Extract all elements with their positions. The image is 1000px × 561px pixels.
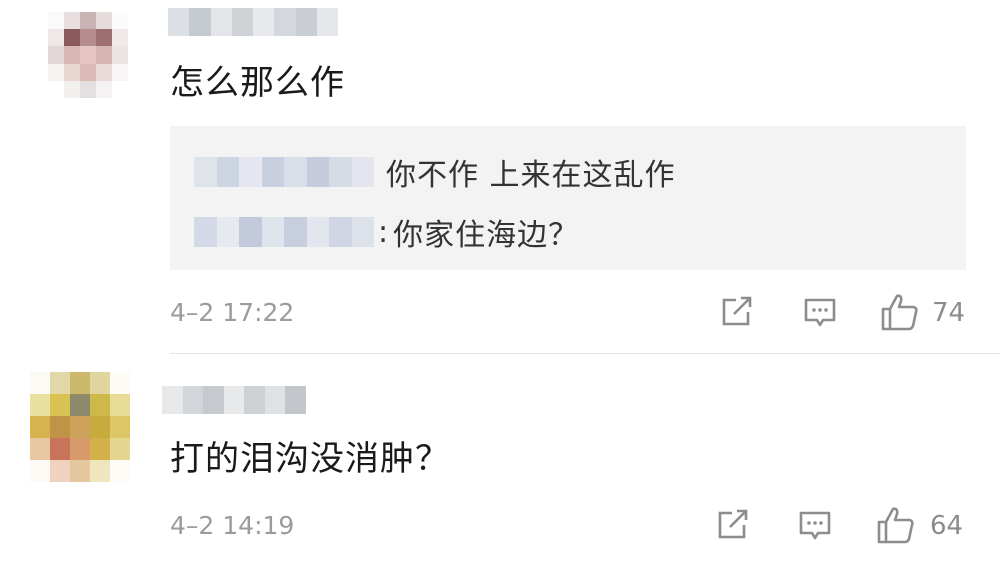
- reply-username[interactable]: [194, 217, 374, 247]
- reply-username[interactable]: [194, 157, 374, 187]
- reply-line: : 你家住海边？: [194, 210, 579, 254]
- reply-text: 你家住海边？: [393, 218, 580, 253]
- reply-button[interactable]: [803, 296, 837, 330]
- thumbs-up-icon: [881, 294, 918, 331]
- thumbs-up-icon: [877, 507, 914, 544]
- comment-icon: [804, 298, 836, 327]
- comment-icon: [799, 511, 831, 540]
- reply-line: 你不作 上来在这乱作: [194, 150, 676, 194]
- reply-button[interactable]: [798, 509, 832, 543]
- share-icon: [718, 509, 748, 539]
- comment-timestamp: 4–2 17:22: [170, 298, 295, 327]
- username[interactable]: [162, 386, 306, 414]
- avatar[interactable]: [30, 372, 130, 482]
- reply-text: 你不作 上来在这乱作: [386, 158, 676, 193]
- comment-text: 怎么那么作: [170, 63, 345, 103]
- username[interactable]: [168, 8, 338, 36]
- comment-timestamp: 4–2 14:19: [170, 511, 295, 540]
- share-icon: [722, 296, 752, 326]
- like-button[interactable]: 64: [876, 505, 970, 545]
- comment-text: 打的泪沟没消肿？: [170, 439, 450, 479]
- divider: [170, 353, 1000, 354]
- share-button[interactable]: [716, 509, 750, 541]
- like-count: 64: [930, 511, 964, 541]
- like-button[interactable]: 74: [880, 292, 970, 332]
- share-button[interactable]: [720, 296, 754, 328]
- reply-preview-box[interactable]: 你不作 上来在这乱作 : 你家住海边？: [170, 126, 966, 270]
- like-count: 74: [932, 298, 966, 328]
- avatar[interactable]: [48, 12, 128, 98]
- reply-separator: :: [378, 214, 390, 250]
